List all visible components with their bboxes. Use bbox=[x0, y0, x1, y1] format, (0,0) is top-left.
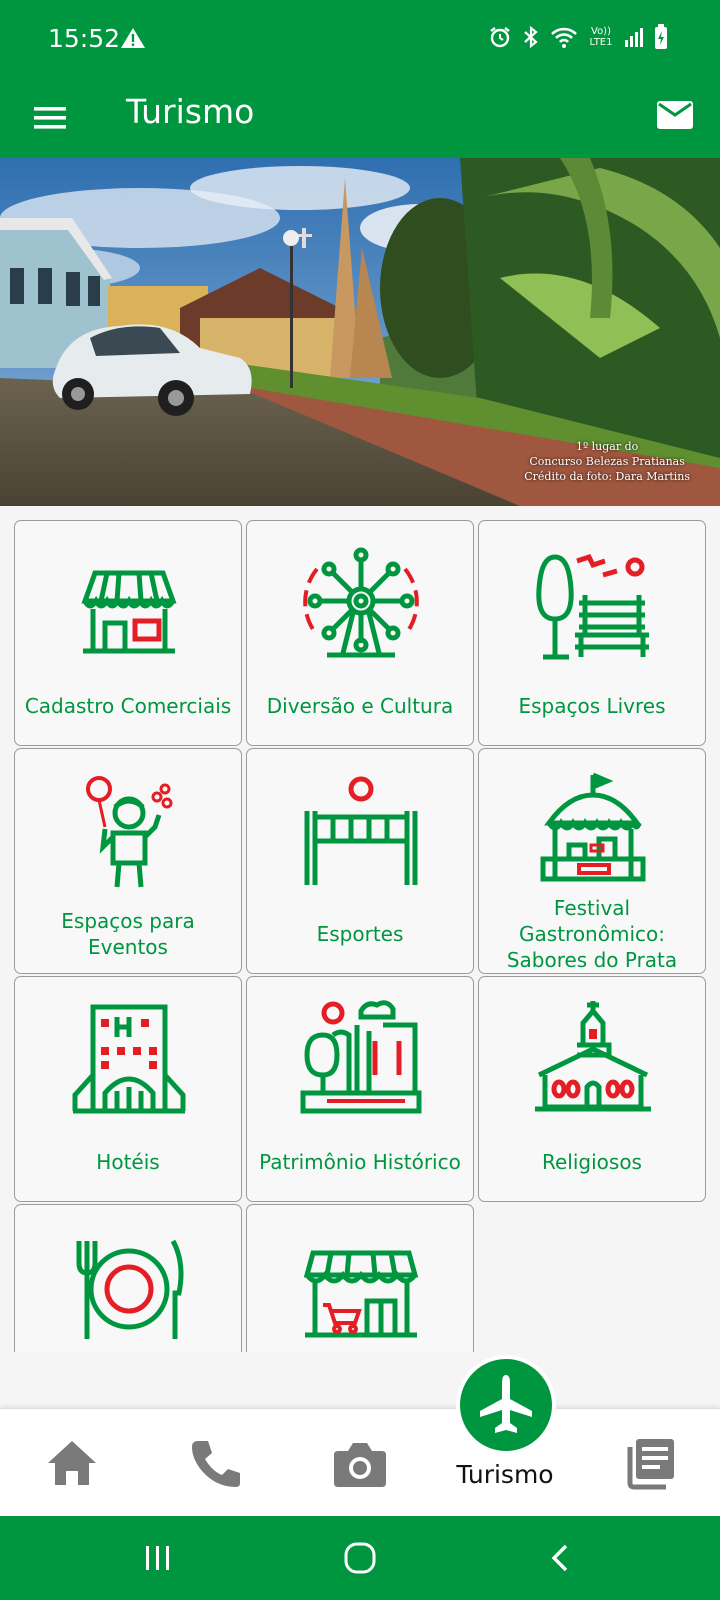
category-tile-festival-gastronomico[interactable]: Festival Gastronômico: Sabores do Prata bbox=[478, 748, 706, 974]
category-tile-patrimonio-historico[interactable]: Patrimônio Histórico bbox=[246, 976, 474, 1202]
camera-icon[interactable] bbox=[330, 1435, 390, 1491]
active-tab-turismo[interactable] bbox=[456, 1355, 556, 1455]
bluetooth-icon bbox=[524, 25, 538, 49]
category-label: Festival Gastronômico: Sabores do Prata bbox=[506, 896, 678, 972]
system-navigation-bar bbox=[0, 1516, 720, 1600]
hero-photo: 1º lugar do Concurso Belezas Pratianas C… bbox=[0, 158, 720, 506]
church-icon bbox=[535, 1001, 651, 1112]
status-icons: Vo)) LTE1 bbox=[488, 24, 668, 50]
active-tab-label: Turismo bbox=[456, 1460, 554, 1489]
category-label: Espaços Livres bbox=[518, 694, 666, 718]
category-tile-comercio[interactable] bbox=[246, 1204, 474, 1352]
hotel-icon bbox=[72, 1004, 186, 1114]
back-icon[interactable] bbox=[546, 1540, 574, 1576]
home-button-icon[interactable] bbox=[340, 1540, 380, 1576]
shop-cart-icon bbox=[303, 1250, 419, 1338]
category-tile-diversao-cultura[interactable]: Diversão e Cultura bbox=[246, 520, 474, 746]
category-tile-espacos-eventos[interactable]: Espaços para Eventos bbox=[14, 748, 242, 974]
network-label: Vo)) LTE1 bbox=[589, 26, 613, 48]
category-label: Religiosos bbox=[542, 1150, 642, 1174]
battery-icon bbox=[655, 24, 667, 49]
alarm-icon bbox=[490, 27, 510, 48]
category-tile-religiosos[interactable]: Religiosos bbox=[478, 976, 706, 1202]
category-tile-espacos-livres[interactable]: Espaços Livres bbox=[478, 520, 706, 746]
category-grid: Cadastro Comerciais Diversão e Cultura E… bbox=[0, 506, 720, 1352]
food-stall-icon bbox=[540, 772, 646, 882]
category-label: Cadastro Comerciais bbox=[24, 694, 232, 718]
category-tile-hoteis[interactable]: Hotéis bbox=[14, 976, 242, 1202]
credit-line: 1º lugar do bbox=[575, 440, 639, 453]
credit-line: Concurso Belezas Pratianas bbox=[529, 455, 685, 468]
photo-credit: 1º lugar do Concurso Belezas Pratianas C… bbox=[524, 439, 690, 484]
news-icon[interactable] bbox=[618, 1435, 678, 1491]
warning-icon bbox=[121, 28, 145, 48]
park-bench-icon bbox=[536, 553, 649, 660]
category-tile-esportes[interactable]: Esportes bbox=[246, 748, 474, 974]
bottom-navigation bbox=[0, 1408, 720, 1516]
wifi-icon bbox=[551, 27, 577, 48]
storefront-icon bbox=[81, 570, 177, 654]
balloon-child-icon bbox=[86, 776, 173, 888]
category-label: Esportes bbox=[316, 922, 404, 946]
airplane-icon bbox=[480, 1375, 532, 1433]
menu-icon[interactable] bbox=[30, 98, 70, 138]
signal-icon bbox=[625, 28, 643, 47]
status-time: 15:52 bbox=[48, 24, 121, 53]
category-tile-restaurantes[interactable] bbox=[14, 1204, 242, 1352]
credit-line: Crédito da foto: Dara Martins bbox=[524, 470, 690, 483]
home-icon[interactable] bbox=[42, 1435, 102, 1491]
category-label: Diversão e Cultura bbox=[266, 694, 454, 718]
category-label: Espaços para Eventos bbox=[61, 909, 195, 959]
category-label: Patrimônio Histórico bbox=[259, 1150, 461, 1174]
restaurant-plate-icon bbox=[76, 1239, 184, 1339]
recent-apps-icon[interactable] bbox=[140, 1542, 176, 1574]
category-tile-cadastro-comerciais[interactable]: Cadastro Comerciais bbox=[14, 520, 242, 746]
phone-icon[interactable] bbox=[186, 1435, 246, 1491]
app-bar: Turismo bbox=[0, 80, 720, 158]
volleyball-net-icon bbox=[304, 776, 418, 885]
page-title: Turismo bbox=[126, 92, 255, 131]
category-label: Hotéis bbox=[96, 1150, 160, 1174]
mail-icon[interactable] bbox=[654, 94, 696, 136]
ferris-wheel-icon bbox=[303, 547, 419, 658]
status-bar: 15:52 Vo)) LTE1 bbox=[0, 0, 720, 80]
heritage-city-icon bbox=[300, 1000, 422, 1114]
